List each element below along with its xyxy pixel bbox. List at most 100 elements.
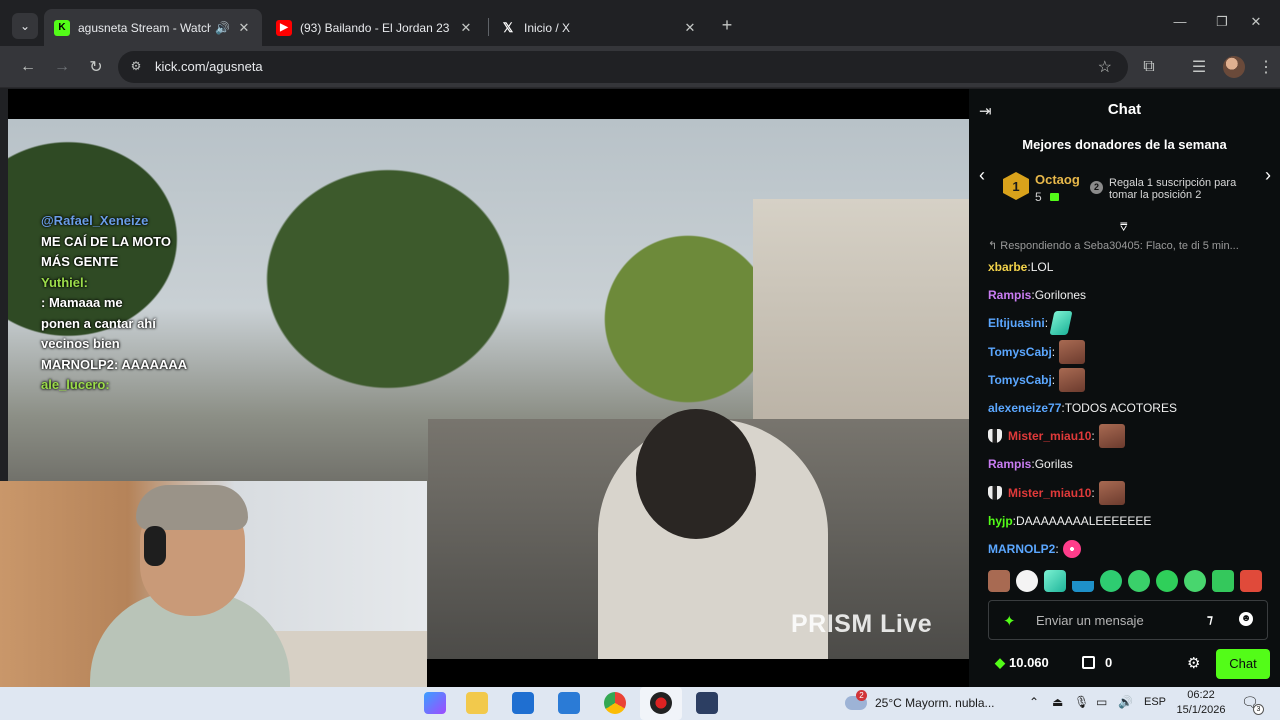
menu-icon[interactable]: ⋮ [1254,55,1278,79]
overlay-line: MÁS GENTE [41,254,119,269]
weather-text[interactable]: 25°C Mayorm. nubla... [875,696,995,710]
restore-icon[interactable]: ❐ [1212,14,1232,30]
chat-username[interactable]: xbarbe [988,260,1027,274]
x-logo-icon: 𝕏 [502,19,514,35]
store-icon[interactable] [512,692,534,714]
copilot-icon[interactable] [424,692,446,714]
chat-emote-icon[interactable] [1059,367,1086,392]
chat-text: DAAAAAAAALEEEEEEE [1016,513,1152,528]
close-icon[interactable]: ✕ [236,20,252,36]
overlay-line: : Mamaaa me [41,295,123,310]
chevron-right-icon[interactable]: › [1265,165,1271,186]
scroll-down-icon[interactable]: ⩢ [1120,220,1127,235]
chat-emote-icon[interactable] [1049,311,1073,336]
notification-count: 3 [1253,704,1264,715]
chat-username[interactable]: Mister_miau10 [1008,486,1091,500]
chat-username[interactable]: TomysCabj [988,373,1052,387]
chat-username[interactable]: Mister_miau10 [1008,429,1091,443]
sparkle-icon[interactable]: ✦ [1003,612,1016,630]
emote-green-2-icon[interactable] [1128,570,1150,592]
close-icon[interactable]: ✕ [682,20,698,36]
gear-icon[interactable]: ⚙ [1187,654,1200,672]
clock[interactable]: 06:22 15/1/2026 [1176,688,1226,718]
gifts-balance[interactable]: 0 [1082,655,1112,670]
tab-youtube[interactable]: ▶ (93) Bailando - El Jordan 23 / St ✕ [266,9,484,46]
chevron-down-icon: ⌄ [19,19,31,33]
weather-alert-badge: 2 [856,690,867,701]
chat-username[interactable]: Rampis [988,288,1031,302]
emote-green-3-icon[interactable] [1156,570,1178,592]
reload-icon[interactable]: ↻ [84,55,108,79]
chat-message: hyjp: DAAAAAAAALEEEEEEE [988,507,1273,535]
chrome-icon[interactable] [604,692,626,714]
file-explorer-icon[interactable] [466,692,488,714]
minimize-icon[interactable]: — [1170,14,1190,29]
app-icon[interactable] [696,692,718,714]
clock-time: 06:22 [1187,689,1215,701]
chat-input-placeholder[interactable]: Enviar un mensaje [1036,613,1144,628]
emote-green-1-icon[interactable] [1100,570,1122,592]
emote-green-4-icon[interactable] [1184,570,1206,592]
team-badge-icon [988,429,1002,444]
back-icon[interactable]: ← [16,55,40,79]
tab-title: Inicio / X [524,20,571,35]
clock-date: 15/1/2026 [1176,704,1226,716]
chat-emote-icon[interactable] [1098,480,1125,505]
chat-emote-icon[interactable] [1098,424,1125,449]
chat-text: LOL [1030,260,1054,275]
emoji-icon[interactable]: ☻ [1239,612,1253,626]
chat-separator: : [1051,344,1056,359]
obs-icon[interactable] [650,692,672,714]
bookmark-star-icon[interactable]: ☆ [1098,57,1112,77]
media-control-icon[interactable]: ☰ [1187,55,1211,79]
extensions-icon[interactable]: ⧉ [1137,55,1161,79]
emote-green-5-icon[interactable] [1212,570,1234,592]
send-chat-button[interactable]: Chat [1216,649,1270,679]
profile-avatar[interactable] [1223,56,1245,78]
chat-emote-icon[interactable] [1059,339,1086,364]
tab-x[interactable]: 𝕏 Inicio / X ✕ [490,9,708,46]
chevron-left-icon[interactable]: ‹ [979,165,985,186]
usb-icon[interactable]: ⏏ [1052,695,1063,709]
chevron-up-icon[interactable]: ⌃ [1029,695,1039,709]
gift-icon [1082,656,1095,669]
emote-duck-icon[interactable] [1016,570,1038,592]
forward-icon[interactable]: → [50,55,74,79]
chat-username[interactable]: TomysCabj [988,345,1052,359]
url-text[interactable]: kick.com/agusneta [155,59,263,74]
site-settings-icon[interactable]: ⚙ [128,59,144,75]
chat-emote-icon[interactable] [1062,539,1081,558]
network-icon[interactable]: ▭ [1096,695,1107,709]
chat-message-input[interactable]: ✦ Enviar un mensaje ⁊ ☻ [988,600,1268,640]
emote-face-icon[interactable] [988,570,1010,592]
chat-username[interactable]: alexeneize77 [988,401,1061,415]
new-tab-button[interactable]: + [717,15,737,35]
address-bar[interactable]: ⚙ kick.com/agusneta ☆ [118,51,1128,83]
outlook-icon[interactable] [558,692,580,714]
emote-feather-icon[interactable] [1044,570,1066,592]
language-indicator[interactable]: ESP [1144,696,1166,708]
chat-username[interactable]: MARNOLP2 [988,542,1055,556]
emote-red-icon[interactable] [1240,570,1262,592]
top-donor-amount: 5 [1035,190,1042,204]
chat-username[interactable]: Rampis [988,457,1031,471]
translate-icon[interactable]: ⁊ [1207,612,1213,626]
speaker-icon[interactable]: 🔊 [215,21,230,35]
rank-medal: 1 [1003,172,1029,200]
tab-kick[interactable]: K agusneta Stream - Watch Li 🔊 ✕ [44,9,262,46]
volume-icon[interactable]: 🔊 [1118,695,1133,709]
kicks-balance[interactable]: ◆ 10.060 [995,655,1049,671]
close-icon[interactable]: ✕ [458,20,474,36]
emote-bars-icon[interactable] [1072,570,1094,592]
chat-message: MARNOLP2: [988,535,1273,563]
chat-username[interactable]: hyjp [988,514,1013,528]
microphone-icon[interactable]: 🎙 [1074,695,1089,709]
collapse-chat-icon[interactable]: ⇥ [979,102,992,120]
close-window-icon[interactable]: ✕ [1246,14,1266,30]
tab-title: agusneta Stream - Watch Li [78,20,212,35]
chat-message: xbarbe: LOL [988,253,1273,281]
tab-search-button[interactable]: ⌄ [12,13,38,39]
chat-username[interactable]: Eltijuasini [988,316,1045,330]
youtube-logo-icon: ▶ [276,19,292,36]
top-donor-name[interactable]: Octaog [1035,172,1080,187]
